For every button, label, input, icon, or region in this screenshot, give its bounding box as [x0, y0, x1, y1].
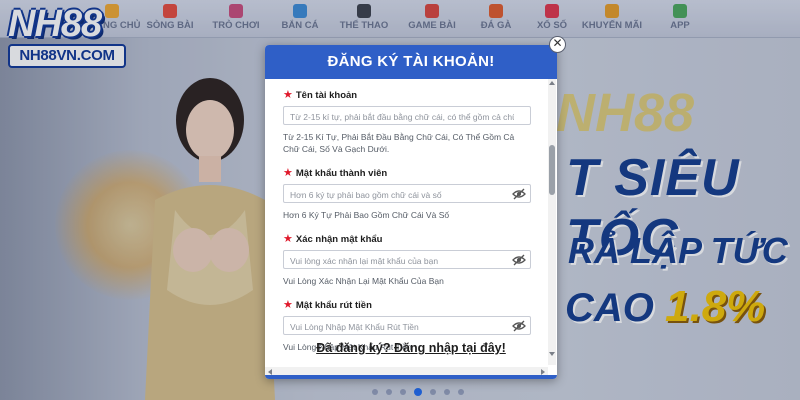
required-star-icon: ★: [283, 167, 293, 179]
form-field: ★ Tên tài khoản Từ 2-15 Kí Tự, Phải Bắt Đầ…: [283, 89, 533, 155]
eye-slash-icon[interactable]: [512, 254, 526, 266]
carousel-dot[interactable]: [458, 388, 464, 395]
form-field: ★ Mật khẩu thành viên Hơn 6 Ký Tự Phải Bao…: [283, 167, 533, 221]
field-label-text: Tên tài khoản: [295, 90, 358, 101]
field-hint: Hơn 6 Ký Tự Phải Bao Gồm Chữ Cái Và Số: [283, 210, 450, 220]
password-input[interactable]: [284, 186, 514, 204]
input-box: [283, 184, 531, 204]
field-label-text: Mật khẩu thành viên: [295, 168, 388, 179]
field-label-text: Xác nhận mật khẩu: [295, 234, 383, 245]
required-star-icon: ★: [283, 299, 293, 311]
confirm-password-input[interactable]: [284, 252, 514, 270]
field-hint: Từ 2-15 Kí Tự, Phải Bắt Đầu Bằng Chữ Cái…: [283, 132, 515, 154]
register-form-scroll-area[interactable]: ★ Tên tài khoản Từ 2-15 Kí Tự, Phải Bắt Đầ…: [265, 79, 557, 365]
scroll-thumb[interactable]: [549, 145, 555, 195]
field-label: ★ Mật khẩu rút tiền: [283, 299, 533, 311]
register-form: ★ Tên tài khoản Từ 2-15 Kí Tự, Phải Bắt Đầ…: [283, 89, 533, 365]
input-box: [283, 250, 531, 270]
carousel-dot[interactable]: [430, 388, 436, 395]
field-label: ★ Tên tài khoản: [283, 89, 533, 101]
scroll-up-arrow-icon[interactable]: [549, 81, 555, 85]
input-box: [283, 316, 531, 336]
modal-bottom-accent: [265, 375, 557, 379]
register-modal: ĐĂNG KÝ TÀI KHOẢN! ★ Tên tài khoản Từ 2-15…: [265, 45, 557, 379]
carousel-indicators: [372, 383, 472, 396]
required-star-icon: ★: [283, 89, 293, 101]
carousel-dot[interactable]: [400, 388, 406, 395]
required-star-icon: ★: [283, 233, 293, 245]
carousel-dot[interactable]: [414, 387, 422, 396]
form-field: ★ Xác nhận mật khẩu Vui Lòng Xác Nhận Lại …: [283, 233, 533, 287]
withdraw-password-input[interactable]: [284, 318, 514, 336]
username-input[interactable]: [284, 108, 514, 126]
carousel-dot[interactable]: [372, 388, 378, 395]
field-label: ★ Xác nhận mật khẩu: [283, 233, 533, 245]
horizontal-scrollbar[interactable]: [265, 367, 548, 375]
modal-title: ĐĂNG KÝ TÀI KHOẢN!: [265, 45, 557, 79]
close-icon[interactable]: ✕: [549, 36, 566, 53]
eye-slash-icon[interactable]: [512, 188, 526, 200]
field-label: ★ Mật khẩu thành viên: [283, 167, 533, 179]
field-label-text: Mật khẩu rút tiền: [295, 300, 372, 311]
field-hint: Vui Lòng Xác Nhận Lại Mật Khẩu Của Bạn: [283, 276, 444, 286]
eye-slash-icon[interactable]: [512, 320, 526, 332]
login-link[interactable]: Đã đăng ký? Đăng nhập tại đây!: [265, 341, 557, 355]
carousel-dot[interactable]: [386, 388, 392, 395]
vertical-scrollbar[interactable]: [548, 79, 556, 365]
input-box: [283, 106, 531, 126]
carousel-dot[interactable]: [444, 388, 450, 395]
